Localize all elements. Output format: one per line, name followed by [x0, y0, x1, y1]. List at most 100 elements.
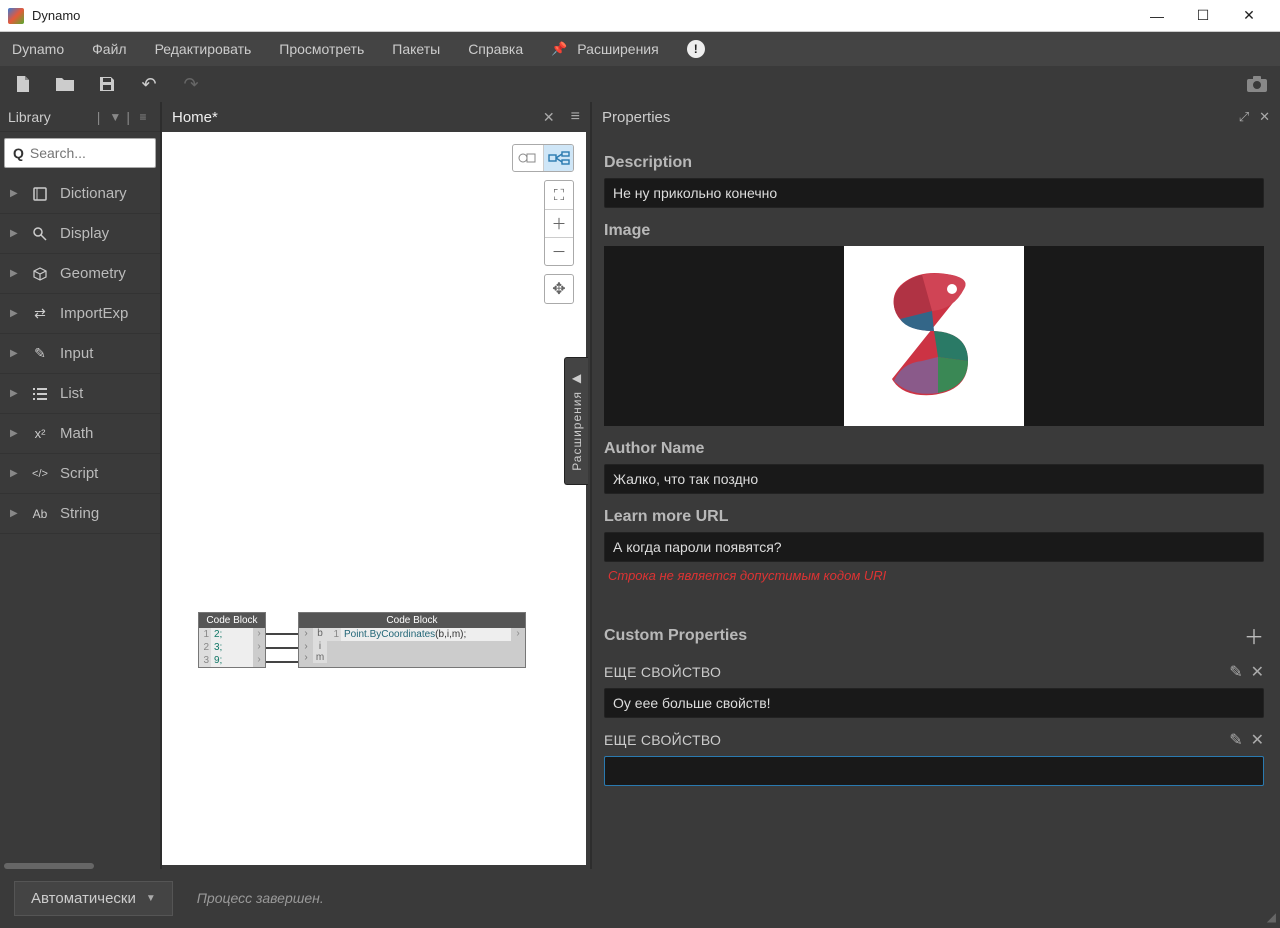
extensions-drawer[interactable]: ◀ Расширения: [564, 357, 588, 485]
list-view-icon[interactable]: ≡: [134, 108, 152, 126]
titlebar: Dynamo — ☐ ✕: [0, 0, 1280, 32]
nodes: Code Block 12;› 23;› 39;› Code Block › b…: [198, 612, 526, 668]
open-folder-icon[interactable]: [54, 73, 76, 95]
resize-grip[interactable]: ◢: [1267, 910, 1276, 924]
menu-extensions[interactable]: Расширения: [577, 41, 658, 57]
out-port[interactable]: ›: [511, 628, 525, 641]
url-input[interactable]: [604, 532, 1264, 562]
menu-file[interactable]: Файл: [92, 41, 126, 57]
zoom-out-button[interactable]: －: [545, 237, 573, 265]
library-header: Library | ▼ | ≡: [0, 102, 160, 132]
lib-item-string[interactable]: ▶ Ab String: [0, 494, 160, 534]
lib-item-geometry[interactable]: ▶ Geometry: [0, 254, 160, 294]
description-input[interactable]: [604, 178, 1264, 208]
canvas-tabs: Home* ✕ ≡: [162, 102, 590, 132]
view-graph-button[interactable]: [543, 145, 573, 171]
filter-icon[interactable]: ▼: [106, 108, 124, 126]
author-input[interactable]: [604, 464, 1264, 494]
lib-label: Input: [60, 345, 93, 362]
custom-prop-name: ЕЩЕ СВОЙСТВО: [604, 732, 1221, 748]
out-port[interactable]: ›: [253, 641, 265, 654]
close-panel-icon[interactable]: ✕: [1259, 109, 1270, 125]
library-search[interactable]: Q: [4, 138, 156, 168]
lib-label: Script: [60, 465, 98, 482]
view-3d-button[interactable]: [513, 145, 543, 171]
lib-item-script[interactable]: ▶ </> Script: [0, 454, 160, 494]
menu-edit[interactable]: Редактировать: [155, 41, 252, 57]
lib-item-list[interactable]: ▶ List: [0, 374, 160, 414]
properties-title: Properties: [602, 109, 1229, 126]
workspace-menu-icon[interactable]: ≡: [571, 108, 580, 126]
custom-prop-value-input[interactable]: [604, 688, 1264, 718]
swap-icon: ⇄: [30, 304, 50, 324]
lib-item-importexport[interactable]: ▶ ⇄ ImportExp: [0, 294, 160, 334]
lib-label: Math: [60, 425, 93, 442]
author-label: Author Name: [604, 440, 1264, 458]
workspace-close-icon[interactable]: ✕: [543, 109, 555, 126]
lib-label: ImportExp: [60, 305, 128, 322]
out-port[interactable]: ›: [253, 654, 265, 667]
chevron-right-icon: ▶: [10, 428, 20, 439]
undo-icon[interactable]: ↶: [138, 73, 160, 95]
lib-label: String: [60, 505, 99, 522]
math-icon: x²: [30, 424, 50, 444]
magnifier-icon: [30, 224, 50, 244]
chevron-right-icon: ▶: [10, 308, 20, 319]
delete-icon[interactable]: ✕: [1251, 730, 1264, 750]
undock-icon[interactable]: ⤢: [1239, 109, 1249, 125]
chevron-right-icon: ▶: [10, 228, 20, 239]
add-property-button[interactable]: ＋: [1244, 621, 1264, 650]
library-panel: Library | ▼ | ≡ Q ▶ Dictionary ▶ Display: [0, 102, 160, 869]
maximize-button[interactable]: ☐: [1180, 0, 1226, 32]
lib-item-dictionary[interactable]: ▶ Dictionary: [0, 174, 160, 214]
delete-icon[interactable]: ✕: [1251, 662, 1264, 682]
description-label: Description: [604, 154, 1264, 172]
chevron-right-icon: ▶: [10, 508, 20, 519]
node-wires: [266, 630, 302, 670]
minimize-button[interactable]: —: [1134, 0, 1180, 32]
zoom-controls: ⛶ ＋ －: [544, 180, 574, 266]
status-message: Процесс завершен.: [197, 890, 324, 906]
close-button[interactable]: ✕: [1226, 0, 1272, 32]
menu-help[interactable]: Справка: [468, 41, 523, 57]
chevron-right-icon: ▶: [10, 268, 20, 279]
custom-prop-value-input[interactable]: [604, 756, 1264, 786]
lib-item-math[interactable]: ▶ x² Math: [0, 414, 160, 454]
pan-button[interactable]: ✥: [544, 274, 574, 304]
zoom-in-button[interactable]: ＋: [545, 209, 573, 237]
chevron-right-icon: ▶: [10, 388, 20, 399]
workspace-tab[interactable]: Home*: [172, 109, 535, 126]
app-title: Dynamo: [32, 8, 1134, 23]
camera-icon[interactable]: [1246, 73, 1268, 95]
new-file-icon[interactable]: [12, 73, 34, 95]
edit-icon[interactable]: ✎: [1229, 730, 1242, 750]
main: Library | ▼ | ≡ Q ▶ Dictionary ▶ Display: [0, 102, 1280, 869]
menu-dynamo[interactable]: Dynamo: [12, 41, 64, 57]
redo-icon[interactable]: ↷: [180, 73, 202, 95]
menu-packages[interactable]: Пакеты: [392, 41, 440, 57]
pin-icon: 📌: [551, 41, 567, 57]
hscroll-thumb[interactable]: [4, 863, 94, 869]
lib-label: List: [60, 385, 83, 402]
custom-props-label: Custom Properties: [604, 627, 1244, 645]
edit-icon[interactable]: ✎: [1229, 662, 1242, 682]
chevron-right-icon: ▶: [10, 188, 20, 199]
save-icon[interactable]: [96, 73, 118, 95]
properties-header: Properties ⤢ ✕: [592, 102, 1280, 132]
lib-label: Geometry: [60, 265, 126, 282]
zoom-fit-button[interactable]: ⛶: [545, 181, 573, 209]
menu-view[interactable]: Просмотреть: [279, 41, 364, 57]
node-codeblock-1[interactable]: Code Block 12;› 23;› 39;›: [198, 612, 266, 668]
lib-item-input[interactable]: ▶ ✎ Input: [0, 334, 160, 374]
info-icon[interactable]: !: [687, 40, 705, 58]
run-mode-button[interactable]: Автоматически ▼: [14, 881, 173, 916]
node-header: Code Block: [299, 613, 525, 628]
node-header: Code Block: [199, 613, 265, 628]
cube-icon: [30, 264, 50, 284]
out-port[interactable]: ›: [253, 628, 265, 641]
menubar: Dynamo Файл Редактировать Просмотреть Па…: [0, 32, 1280, 66]
graph-canvas[interactable]: ⛶ ＋ － ✥ ◀ Расширения Code Block 12;› 23;…: [162, 132, 586, 865]
node-codeblock-2[interactable]: Code Block › b 1 Point.ByCoordinates(b,i…: [298, 612, 526, 668]
lib-item-display[interactable]: ▶ Display: [0, 214, 160, 254]
image-preview[interactable]: [604, 246, 1264, 426]
